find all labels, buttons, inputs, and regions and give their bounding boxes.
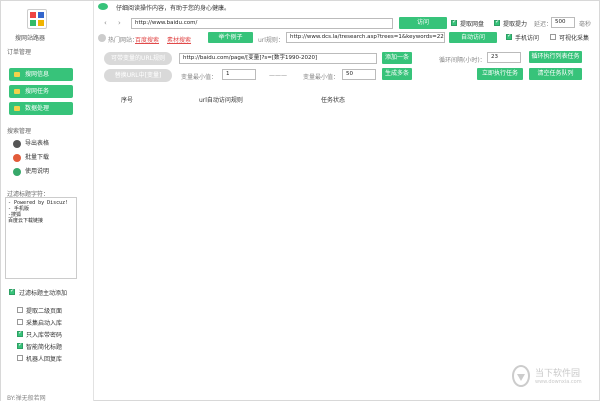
export-icon — [13, 140, 21, 148]
page-url-input[interactable]: http://baidu.com/page/[变量]?s=[数字1990-202… — [179, 53, 377, 64]
chat-icon — [98, 3, 108, 10]
option-label: 采集启动入库 — [26, 320, 63, 327]
nav-search-task[interactable]: 搜网任务 — [9, 85, 73, 98]
loop-task-button[interactable]: 循环执行列表任务 — [529, 51, 582, 63]
folder-icon — [14, 89, 20, 94]
folder-icon — [14, 72, 20, 77]
col-header-rule: url自动访问规则 — [199, 97, 243, 104]
visual-collect-label: 可视化采集 — [559, 35, 590, 42]
col-header-status: 任务状态 — [321, 97, 346, 104]
option-label: 提取二级页面 — [26, 308, 63, 315]
footer-credit: BY:禅无般若网 — [7, 395, 46, 401]
col-header-index: 序号 — [121, 97, 134, 104]
download-icon — [13, 154, 21, 162]
loop-input[interactable]: 23 — [487, 52, 521, 63]
nav-search-info[interactable]: 搜网信息 — [9, 68, 73, 81]
app-window: 搜网站路器 订单管理 搜网信息 搜网任务 数据处理 搜索管理 导出表格 批量下载… — [0, 0, 600, 401]
interval-label: 延迟： — [534, 21, 553, 28]
option-checkbox[interactable] — [17, 341, 23, 349]
tool-help[interactable]: 使用说明 — [13, 167, 49, 177]
visit-button[interactable]: 访问 — [399, 17, 447, 29]
auto-filter-label: 过滤标题主动添加 — [19, 290, 68, 297]
filter-textarea[interactable]: - Powered by Discuz! - 手机版 -搜狐 百度云下载链接 — [5, 197, 77, 279]
page-url-rule-button[interactable]: 可带变量的URL规则 — [104, 52, 172, 65]
folder-icon — [14, 106, 20, 111]
watermark-logo-icon — [512, 365, 530, 387]
url-input[interactable]: http://www.baidu.com/ — [131, 18, 393, 29]
url-rule-input[interactable]: http://www.dcs.la/tresearch.asp?trees=1&… — [286, 32, 445, 43]
sidebar: 搜网站路器 订单管理 搜网信息 搜网任务 数据处理 搜索管理 导出表格 批量下载… — [1, 1, 94, 401]
replace-variable-button[interactable]: 替换URL中[变量] — [104, 69, 172, 82]
run-now-button[interactable]: 立即执行任务 — [477, 68, 523, 80]
section-tools: 搜索管理 — [7, 128, 32, 135]
hot-label: 热门网站： — [108, 37, 139, 44]
extract-code-label: 提取提力 — [503, 21, 528, 28]
app-logo — [27, 9, 47, 29]
url-rule-label: url规则： — [258, 37, 284, 44]
forward-icon[interactable]: › — [118, 19, 121, 27]
clear-queue-button[interactable]: 清空任务队列 — [529, 68, 582, 80]
watermark-brand: 当下软件园 — [535, 369, 581, 379]
extract-netdisk-checkbox[interactable] — [451, 18, 457, 26]
mobile-visit-label: 手机访问 — [515, 35, 540, 42]
tool-download[interactable]: 批量下载 — [13, 153, 49, 163]
option-checkbox[interactable] — [17, 307, 23, 313]
option-checkbox[interactable] — [17, 319, 23, 325]
max-input[interactable]: 50 — [342, 69, 376, 80]
option-label: 机器人回复库 — [26, 356, 63, 363]
option-label: 智能简化标题 — [26, 344, 63, 351]
option-label: 只入库带密码 — [26, 332, 63, 339]
watermark: 当下软件园 www.downxia.com — [511, 364, 593, 390]
task-table — [99, 91, 597, 391]
range-dash: ——— — [269, 72, 287, 79]
auto-visit-button[interactable]: 自动访问 — [449, 32, 497, 43]
interval-unit: 毫秒 — [579, 21, 592, 28]
hot-link-baidu[interactable]: 百度搜索 — [135, 35, 159, 44]
tool-export[interactable]: 导出表格 — [13, 139, 49, 149]
auto-filter-checkbox[interactable] — [9, 287, 15, 295]
example-button[interactable]: 举个例子 — [208, 32, 253, 43]
section-order: 订单管理 — [7, 49, 32, 56]
min-label: 变量最小值： — [181, 74, 218, 81]
interval-input[interactable]: 500 — [551, 17, 575, 28]
extract-netdisk-label: 提取网盘 — [460, 21, 485, 28]
extract-code-checkbox[interactable] — [494, 18, 500, 26]
watermark-site: www.downxia.com — [535, 379, 582, 385]
app-name: 搜网站路器 — [15, 35, 46, 42]
visual-collect-checkbox[interactable] — [550, 34, 556, 40]
globe-icon — [98, 34, 106, 42]
option-checkbox[interactable] — [17, 329, 23, 337]
notice-text: 仔细阅读操作内容，有助于您的身心健康。 — [116, 5, 231, 12]
loop-label: 循环间隔(小时)： — [439, 57, 486, 64]
back-icon[interactable]: ‹ — [104, 19, 107, 27]
min-input[interactable]: 1 — [222, 69, 256, 80]
add-one-button[interactable]: 添加一条 — [382, 52, 412, 64]
option-checkbox[interactable] — [17, 355, 23, 361]
help-icon — [13, 168, 21, 176]
mobile-visit-checkbox[interactable] — [506, 32, 512, 40]
generate-more-button[interactable]: 生成多条 — [382, 68, 412, 80]
nav-data-process[interactable]: 数据处理 — [9, 102, 73, 115]
hot-link-material[interactable]: 素材搜索 — [167, 35, 191, 44]
max-label: 变量最小值： — [303, 74, 340, 81]
